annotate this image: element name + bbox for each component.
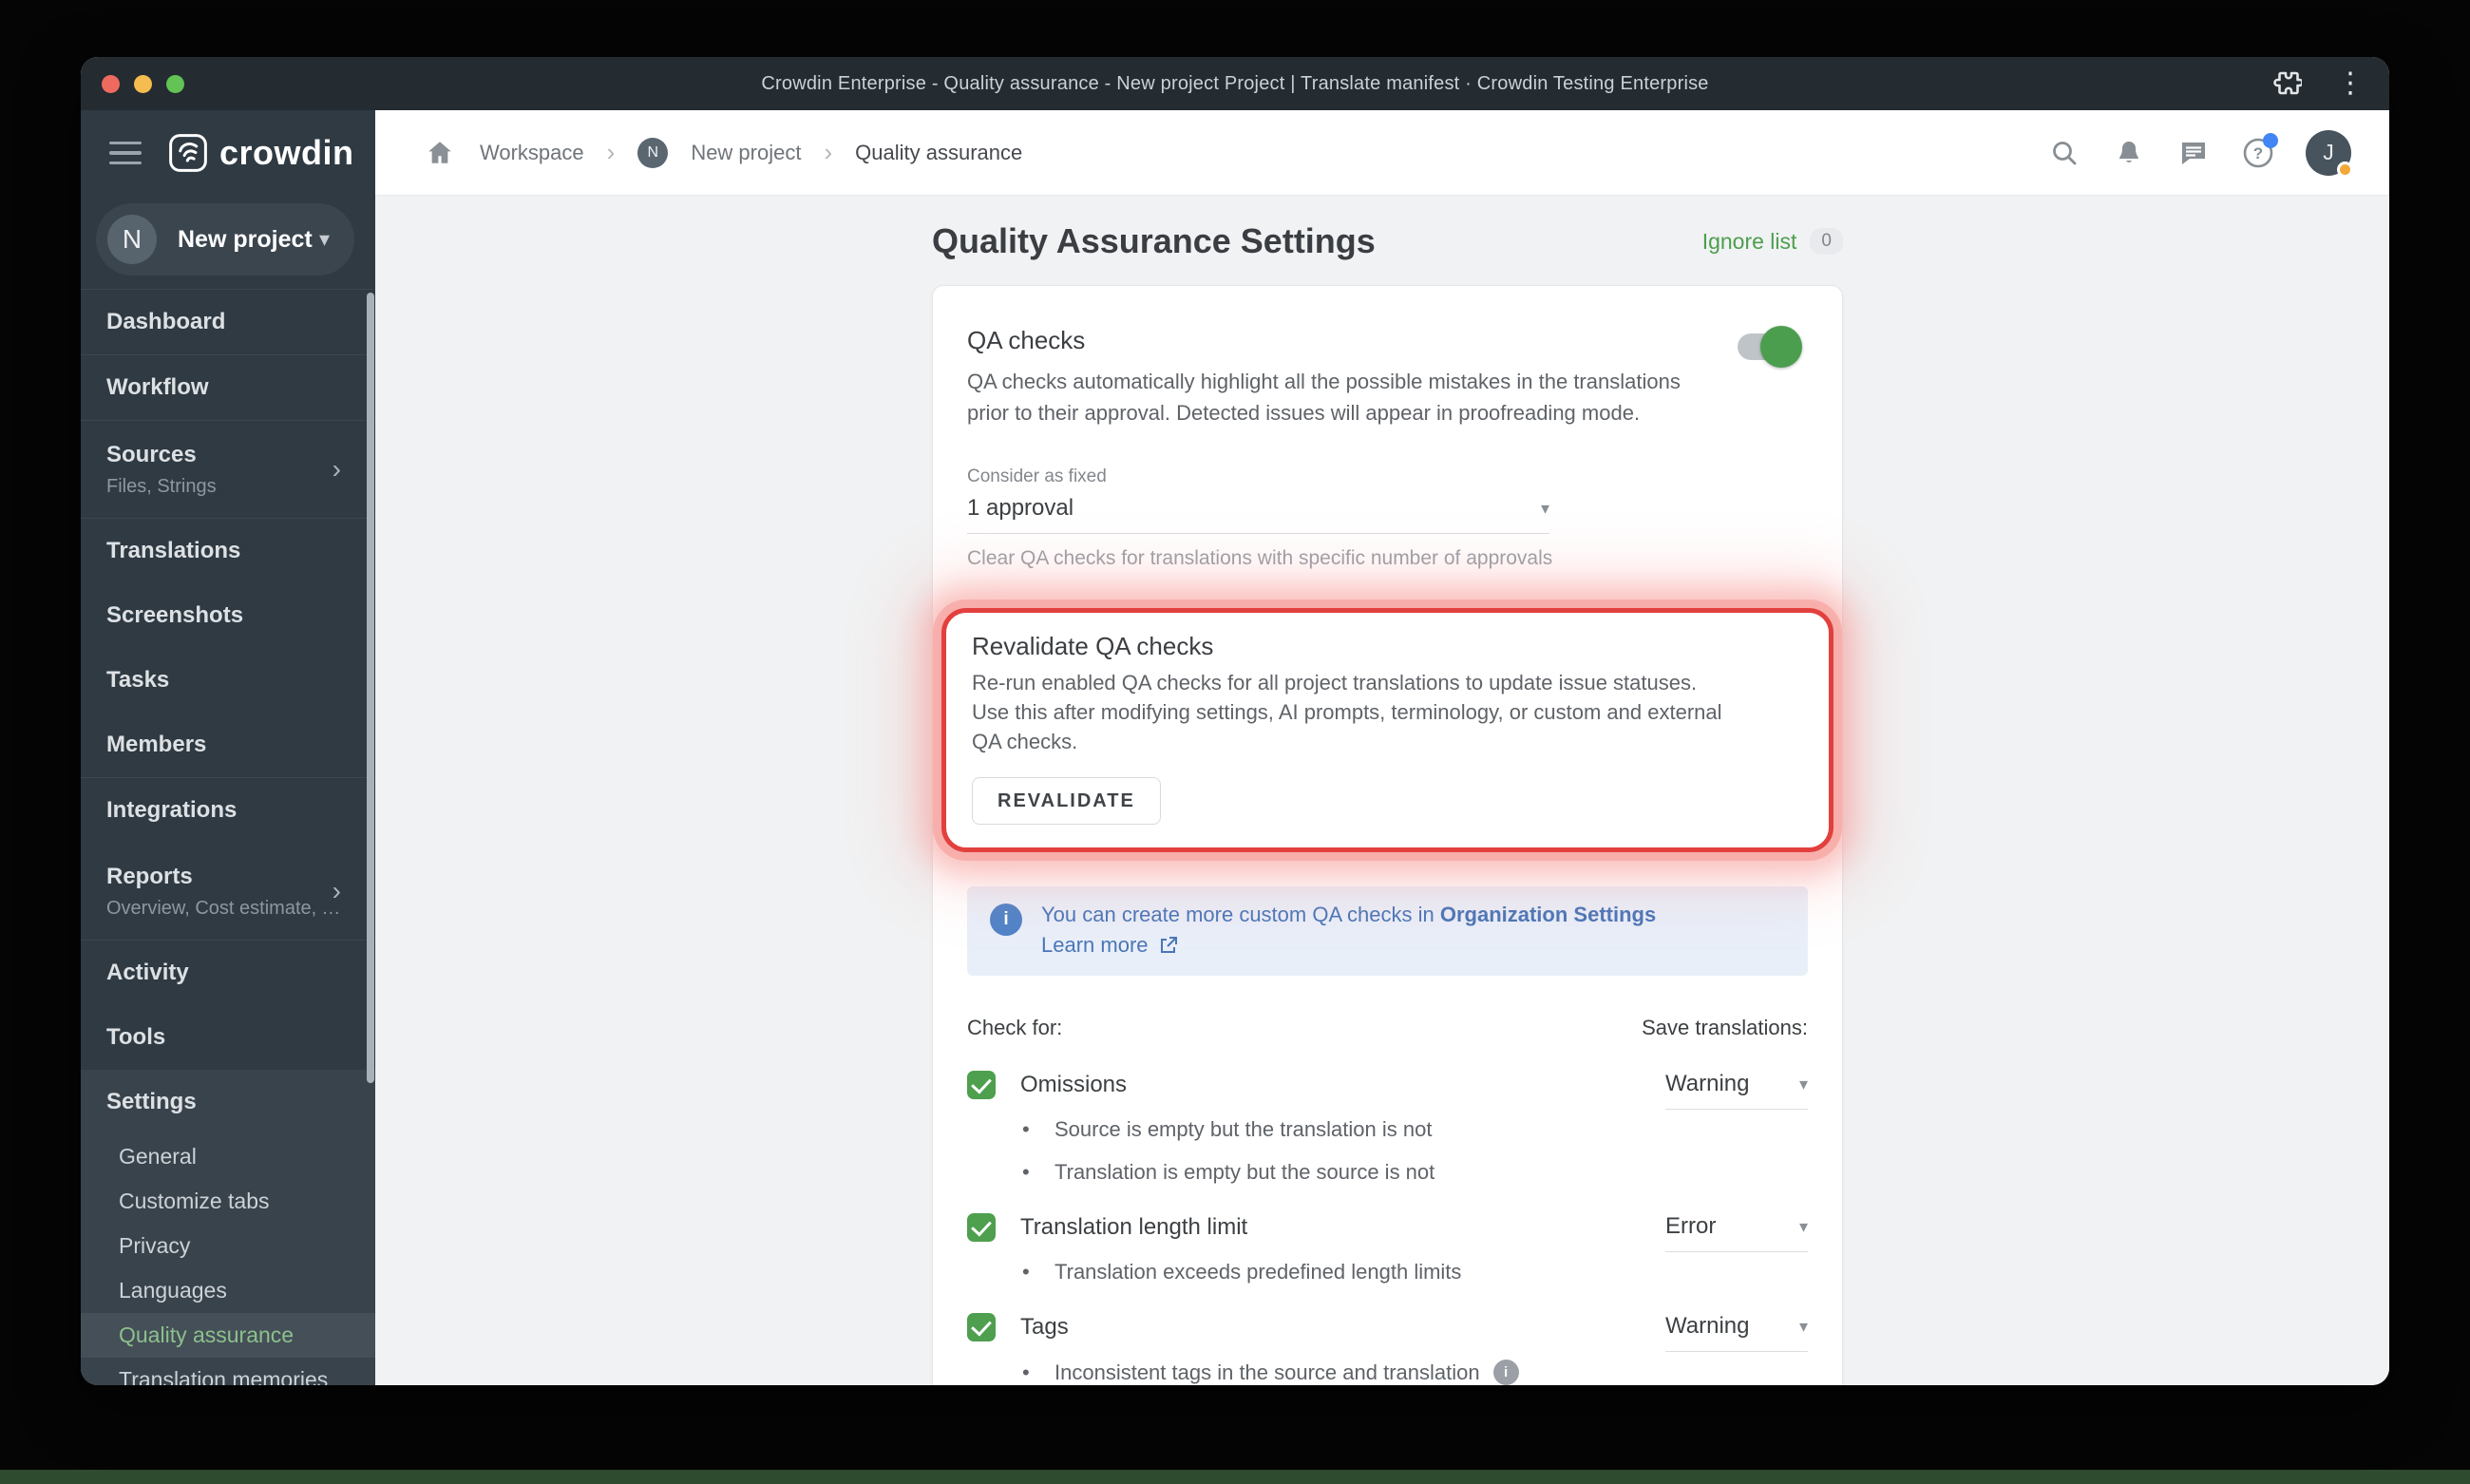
check-row-omissions: Omissions • Source is empty but the trans… <box>967 1071 1808 1185</box>
external-link-icon <box>1160 937 1177 953</box>
translation-length-limit-severity-select[interactable]: Error ▾ <box>1665 1213 1808 1252</box>
revalidate-button[interactable]: REVALIDATE <box>972 777 1161 825</box>
browser-menu-icon[interactable]: ⋮ <box>2336 69 2365 98</box>
organization-settings-link[interactable]: Organization Settings <box>1440 903 1656 926</box>
check-row-tags: Tags • Inconsistent tags in the source an… <box>967 1313 1808 1385</box>
chevron-right-icon: › <box>824 138 833 166</box>
info-icon: i <box>990 904 1022 936</box>
sidebar-scrollbar[interactable] <box>367 293 374 1083</box>
sidebar-settings-section: Settings General Customize tabs Privacy … <box>81 1070 375 1385</box>
revalidate-title: Revalidate QA checks <box>972 632 1214 660</box>
hamburger-menu-icon[interactable] <box>109 141 142 165</box>
learn-more-link[interactable]: Learn more <box>1041 930 1656 961</box>
window-controls <box>102 57 184 110</box>
sidebar-item-integrations[interactable]: Integrations <box>81 778 375 843</box>
home-icon[interactable] <box>423 136 457 170</box>
sidebar-item-languages[interactable]: Languages <box>81 1268 375 1313</box>
desktop-edge <box>0 1470 2470 1484</box>
sidebar-item-translations[interactable]: Translations <box>81 519 375 583</box>
sidebar-item-dashboard[interactable]: Dashboard <box>81 290 375 354</box>
omissions-severity-select[interactable]: Warning ▾ <box>1665 1071 1808 1110</box>
qa-checks-toggle[interactable] <box>1738 326 1802 368</box>
breadcrumb-workspace[interactable]: Workspace <box>480 141 584 165</box>
project-selector[interactable]: N New project ▾ <box>96 203 354 276</box>
chevron-down-icon: ▾ <box>1798 1216 1808 1236</box>
chevron-down-icon: ▾ <box>318 227 330 251</box>
browser-tab-title: Crowdin Enterprise - Quality assurance -… <box>761 72 1709 94</box>
chevron-right-icon: › <box>332 876 341 905</box>
toggle-knob <box>1760 326 1802 368</box>
breadcrumb: Workspace › N New project › Quality assu… <box>423 136 1022 170</box>
omissions-checkbox[interactable] <box>967 1071 996 1099</box>
sidebar: crowdin N New project ▾ Dashboard Workfl… <box>81 110 375 1385</box>
sidebar-item-sources[interactable]: Sources Files, Strings › <box>81 421 375 518</box>
revalidate-description: Re-run enabled QA checks for all project… <box>972 671 1722 753</box>
sidebar-item-tools[interactable]: Tools <box>81 1005 375 1070</box>
browser-window: Crowdin Enterprise - Quality assurance -… <box>81 57 2389 1385</box>
maximize-window-button[interactable] <box>166 74 184 93</box>
breadcrumb-quality-assurance: Quality assurance <box>855 140 1023 164</box>
info-box: i You can create more custom QA checks i… <box>967 886 1808 976</box>
chevron-right-icon: › <box>332 454 341 484</box>
info-text: You can create more custom QA checks in <box>1041 903 1440 926</box>
top-navigation-bar: Workspace › N New project › Quality assu… <box>375 110 2389 196</box>
help-icon[interactable]: ? <box>2241 132 2278 170</box>
consider-as-fixed-helper: Clear QA checks for translations with sp… <box>967 547 1553 569</box>
chevron-right-icon: › <box>606 138 616 166</box>
sidebar-item-settings[interactable]: Settings <box>81 1070 375 1134</box>
close-window-button[interactable] <box>102 74 120 93</box>
chevron-down-icon: ▾ <box>1798 1316 1808 1336</box>
user-status-dot <box>2337 161 2353 178</box>
main-content: Quality Assurance Settings Ignore list 0… <box>375 196 2389 1385</box>
consider-as-fixed-label: Consider as fixed <box>967 466 1107 486</box>
messages-icon[interactable] <box>2176 136 2211 170</box>
breadcrumb-new-project[interactable]: New project <box>691 141 801 165</box>
translation-length-limit-checkbox[interactable] <box>967 1213 996 1242</box>
qa-settings-card: QA checks QA checks automatically highli… <box>932 285 1843 1385</box>
chevron-down-icon: ▾ <box>1540 498 1549 518</box>
page-title: Quality Assurance Settings <box>932 221 1376 260</box>
sidebar-item-general[interactable]: General <box>81 1134 375 1179</box>
sidebar-item-translation-memories[interactable]: Translation memories <box>81 1358 375 1385</box>
search-icon[interactable] <box>2047 136 2081 170</box>
info-icon[interactable]: i <box>1492 1360 1519 1385</box>
ignore-list-link[interactable]: Ignore list 0 <box>1702 228 1843 255</box>
browser-titlebar: Crowdin Enterprise - Quality assurance -… <box>81 57 2389 110</box>
sidebar-item-screenshots[interactable]: Screenshots <box>81 583 375 648</box>
sidebar-item-workflow[interactable]: Workflow <box>81 355 375 420</box>
breadcrumb-project-avatar: N <box>637 137 669 168</box>
qa-checks-title: QA checks <box>967 326 1086 354</box>
tags-checkbox[interactable] <box>967 1313 996 1341</box>
project-name: New project <box>178 225 313 253</box>
sidebar-item-customize-tabs[interactable]: Customize tabs <box>81 1179 375 1224</box>
check-row-translation-length-limit: Translation length limit • Translation ex… <box>967 1213 1808 1284</box>
chevron-down-icon: ▾ <box>1798 1074 1808 1094</box>
minimize-window-button[interactable] <box>134 74 152 93</box>
help-notification-dot <box>2263 132 2278 148</box>
notifications-bell-icon[interactable] <box>2112 136 2146 170</box>
sidebar-item-reports[interactable]: Reports Overview, Cost estimate, Tran… › <box>81 843 375 940</box>
revalidate-section-highlighted: Revalidate QA checks Re-run enabled QA c… <box>941 608 1834 852</box>
ignore-list-count-badge: 0 <box>1810 228 1843 255</box>
crowdin-logo-icon <box>169 134 207 172</box>
tags-severity-select[interactable]: Warning ▾ <box>1665 1313 1808 1352</box>
sidebar-item-quality-assurance[interactable]: Quality assurance <box>81 1313 375 1358</box>
check-for-label: Check for: <box>967 1016 1063 1039</box>
save-translations-label: Save translations: <box>1642 1016 1808 1039</box>
sidebar-item-members[interactable]: Members <box>81 713 375 777</box>
crowdin-logo[interactable]: crowdin <box>168 133 354 173</box>
extensions-icon[interactable] <box>2270 67 2304 101</box>
sidebar-item-privacy[interactable]: Privacy <box>81 1224 375 1268</box>
svg-text:?: ? <box>2253 144 2263 162</box>
project-avatar: N <box>107 215 157 264</box>
qa-checks-description: QA checks automatically highlight all th… <box>967 370 1681 425</box>
crowdin-logo-text: crowdin <box>219 133 354 172</box>
sidebar-item-activity[interactable]: Activity <box>81 941 375 1005</box>
screenshot-stage: Crowdin Enterprise - Quality assurance -… <box>0 0 2470 1484</box>
consider-as-fixed-select[interactable]: 1 approval ▾ <box>967 495 1549 534</box>
sidebar-item-tasks[interactable]: Tasks <box>81 648 375 713</box>
user-avatar[interactable]: J <box>2306 129 2353 178</box>
